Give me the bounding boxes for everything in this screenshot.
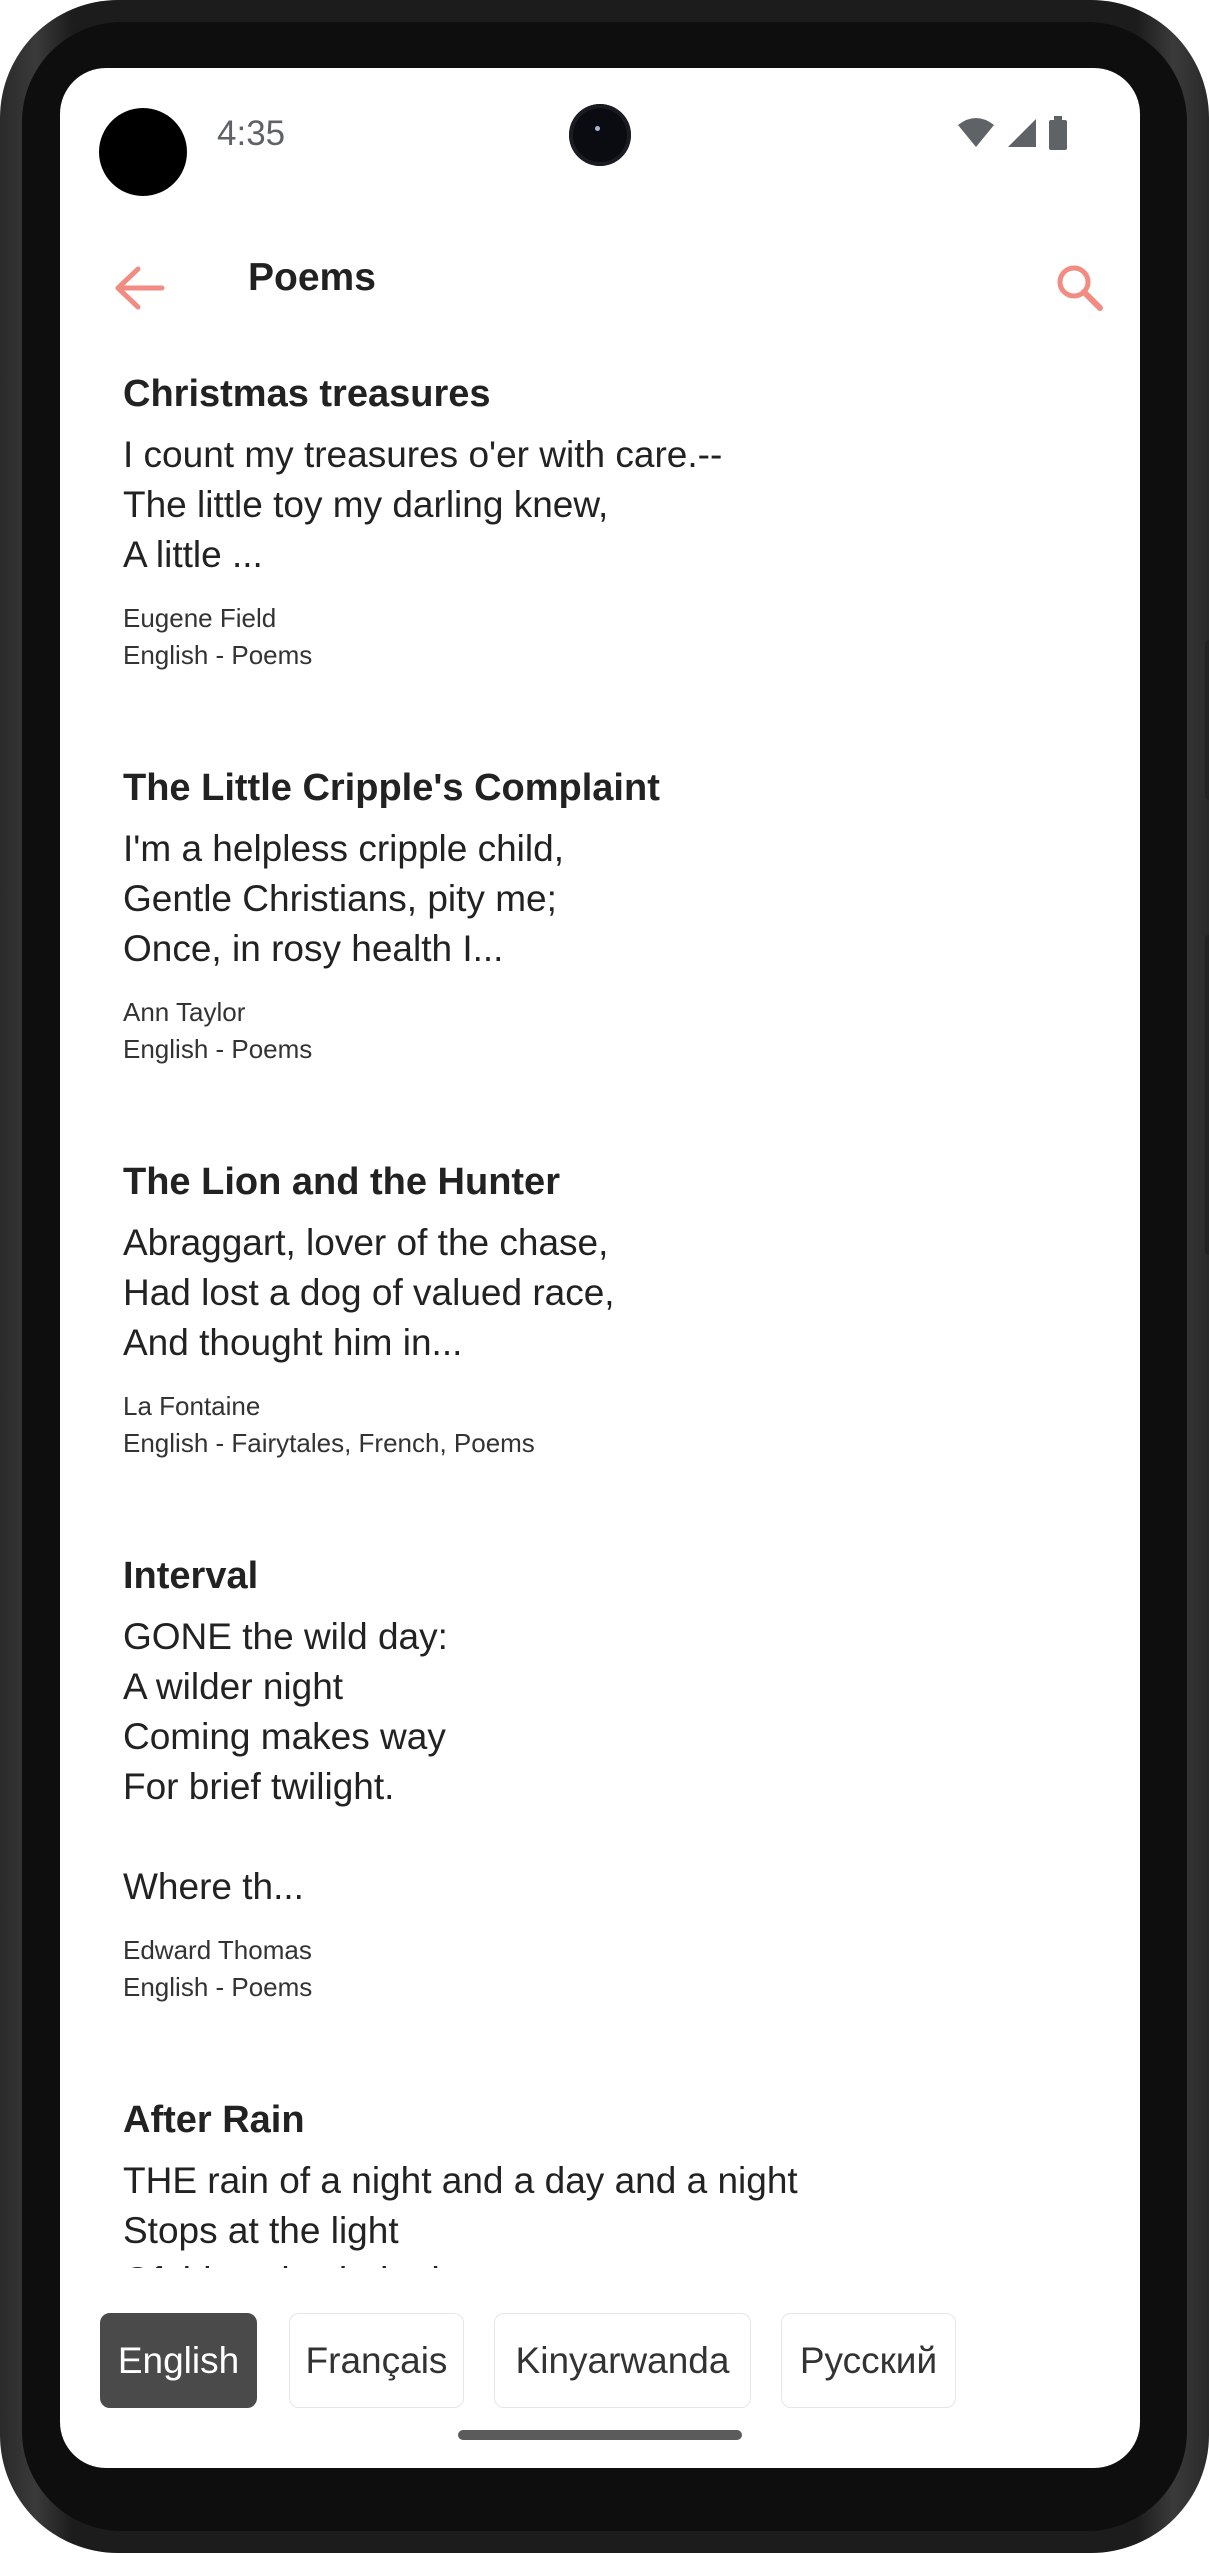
search-icon [1057,265,1103,311]
language-chip-russian[interactable]: Русский [781,2313,956,2408]
poem-title: Interval [123,1555,259,1597]
poem-author: Ann Taylor [123,997,246,1027]
app-bar: Poems [60,228,1140,348]
poem-excerpt: THE rain of a night and a day and a nigh… [123,2160,798,2268]
status-time: 4:35 [217,114,286,153]
wifi-icon [958,118,994,147]
phone-frame: 4:35 Poems Christmas treasures I count m… [0,0,1209,2553]
poem-excerpt: I'm a helpless cripple child, Gentle Chr… [123,828,564,969]
front-camera [569,104,631,166]
poem-card[interactable]: Christmas treasures I count my treasures… [123,368,1083,674]
poem-author: La Fontaine [123,1391,261,1421]
poem-author: Eugene Field [123,603,277,633]
search-button[interactable] [1040,248,1120,328]
language-selector: English Français Kinyarwanda Русский [60,2288,1140,2408]
poem-title: The Little Cripple's Complaint [123,767,660,809]
language-chip-english[interactable]: English [100,2313,257,2408]
status-icons [956,116,1068,150]
poem-card[interactable]: Interval GONE the wild day: A wilder nig… [123,1550,1083,2006]
battery-icon [1049,116,1067,150]
poem-title: Christmas treasures [123,373,491,415]
poem-excerpt: I count my treasures o'er with care.-- T… [123,434,723,575]
page-title: Poems [248,256,376,299]
volume-button [1205,935,1209,1255]
poem-tags: English - Fairytales, French, Poems [123,1428,535,1458]
poem-tags: English - Poems [123,640,313,670]
home-indicator[interactable] [458,2430,742,2440]
poem-excerpt: GONE the wild day: A wilder night Coming… [123,1616,448,1907]
poem-title: After Rain [123,2099,305,2141]
poem-card[interactable]: After Rain THE rain of a night and a day… [123,2094,1083,2268]
status-notification-dot [99,108,187,196]
poem-tags: English - Poems [123,1972,313,2002]
poem-card[interactable]: The Lion and the Hunter Abraggart, lover… [123,1156,1083,1462]
status-bar: 4:35 [60,68,1140,208]
poem-author: Edward Thomas [123,1935,312,1965]
poem-list: Christmas treasures I count my treasures… [123,368,1083,2268]
language-chip-french[interactable]: Français [289,2313,464,2408]
poem-title: The Lion and the Hunter [123,1161,560,1203]
back-button[interactable] [100,248,180,328]
power-button [1205,640,1209,800]
language-chip-kinyarwanda[interactable]: Kinyarwanda [494,2313,751,2408]
cellular-signal-icon [1008,119,1036,147]
poem-card[interactable]: The Little Cripple's Complaint I'm a hel… [123,762,1083,1068]
poem-tags: English - Poems [123,1034,313,1064]
screen: 4:35 Poems Christmas treasures I count m… [60,68,1140,2468]
arrow-back-icon [115,266,165,310]
poem-excerpt: Abraggart, lover of the chase, Had lost … [123,1222,615,1363]
